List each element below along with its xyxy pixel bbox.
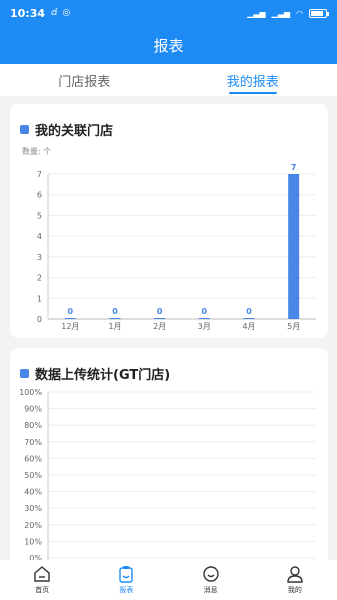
y-tick-label: 10% — [24, 537, 42, 546]
y-tick-label: 0 — [37, 315, 42, 324]
profile-icon — [287, 566, 303, 583]
y-tick-label: 3 — [37, 253, 42, 262]
y-tick-label: 60% — [24, 454, 42, 463]
nav-profile[interactable]: 我的 — [253, 560, 337, 600]
x-tick-label: 12月 — [61, 322, 79, 331]
nav-label: 我的 — [287, 586, 302, 594]
nav-label: 消息 — [203, 586, 218, 594]
y-tick-label: 40% — [24, 488, 42, 497]
y-tick-label: 30% — [24, 504, 42, 513]
x-tick-label: 5月 — [287, 322, 300, 331]
bar-value-label: 7 — [291, 163, 297, 172]
location-icon: ◎ — [62, 8, 71, 18]
battery-icon — [309, 8, 329, 18]
status-bar: 10:34 ⅆ ◎ ▁▃▅ ▁▃▅ ◠ — [0, 0, 337, 26]
y-tick-label: 6 — [37, 191, 42, 200]
signal-icon: ▁▃▅ — [247, 8, 266, 18]
signal2-icon: ▁▃▅ — [271, 8, 291, 18]
bar — [198, 318, 210, 319]
x-tick-label: 4月 — [242, 322, 255, 331]
tab-label: 门店报表 — [58, 74, 111, 90]
bar-value-label: 0 — [202, 307, 208, 316]
y-tick-label: 5 — [37, 211, 42, 220]
message-icon — [202, 566, 219, 582]
status-right-icons: ▁▃▅ ▁▃▅ ◠ — [247, 8, 329, 18]
y-tick-label: 2 — [37, 274, 42, 283]
tab-store-report[interactable]: 门店报表 — [0, 64, 169, 96]
nav-label: 报表 — [119, 586, 134, 594]
tab-my-report[interactable]: 我的报表 — [169, 64, 337, 96]
x-tick-label: 2月 — [153, 322, 166, 331]
x-tick-label: 3月 — [198, 322, 211, 331]
sim-icon: ⅆ — [51, 8, 58, 18]
nav-message[interactable]: 消息 — [169, 560, 253, 600]
status-left-icons: ⅆ ◎ — [51, 8, 70, 18]
y-tick-label: 100% — [19, 388, 42, 397]
linked-stores-card: 我的关联门店 数量: 个 0 1 2 3 4 5 6 7 0 12月 0 1月 0 2月 0 3月 0 4月 7 5月 — [10, 104, 328, 338]
page-title: 报表 — [153, 36, 184, 55]
report-icon — [119, 566, 134, 583]
y-tick-label: 50% — [24, 471, 42, 480]
y-axis-label: 数量: 个 — [22, 146, 51, 156]
stores-bar-chart: 数量: 个 0 1 2 3 4 5 6 7 0 12月 0 1月 0 2月 0 3月 0 4月 7 5月 — [22, 146, 316, 331]
y-tick-label: 1 — [37, 294, 42, 303]
upload-stats-card: 数据上传统计(GT门店) 100% 90% 80% 70% 60% 50% 40% 30% 20… — [10, 348, 328, 568]
bar — [243, 318, 255, 319]
upload-stats-chart: 100%90%80%70%60%50%40%30%20%10%0% — [19, 388, 316, 568]
page-title-bar: 报表 — [0, 26, 337, 64]
bar-value-label: 0 — [157, 307, 163, 316]
y-tick-label: 70% — [24, 438, 42, 447]
nav-report[interactable]: 报表 — [84, 560, 168, 600]
y-tick-label: 80% — [24, 421, 42, 430]
bar — [64, 318, 76, 319]
bar-value-label: 0 — [112, 307, 118, 316]
bottom-nav: 首页 报表 消息 我的 — [0, 560, 337, 600]
nav-home[interactable]: 首页 — [0, 560, 84, 600]
y-tick-label: 20% — [24, 521, 42, 530]
bar — [109, 318, 121, 319]
wifi-icon: ◠ — [296, 8, 303, 18]
bar-value-label: 0 — [246, 307, 252, 316]
tab-bar: 门店报表 我的报表 — [0, 64, 337, 96]
nav-label: 首页 — [35, 586, 50, 594]
bar — [154, 318, 166, 319]
home-icon — [34, 566, 50, 582]
bar-value-label: 0 — [68, 307, 74, 316]
y-tick-label: 7 — [37, 170, 42, 179]
y-tick-label: 4 — [37, 232, 42, 241]
status-time: 10:34 — [10, 6, 46, 20]
x-tick-label: 1月 — [108, 322, 121, 331]
bar — [288, 174, 300, 319]
y-tick-label: 90% — [24, 405, 42, 414]
tab-label: 我的报表 — [226, 74, 279, 90]
